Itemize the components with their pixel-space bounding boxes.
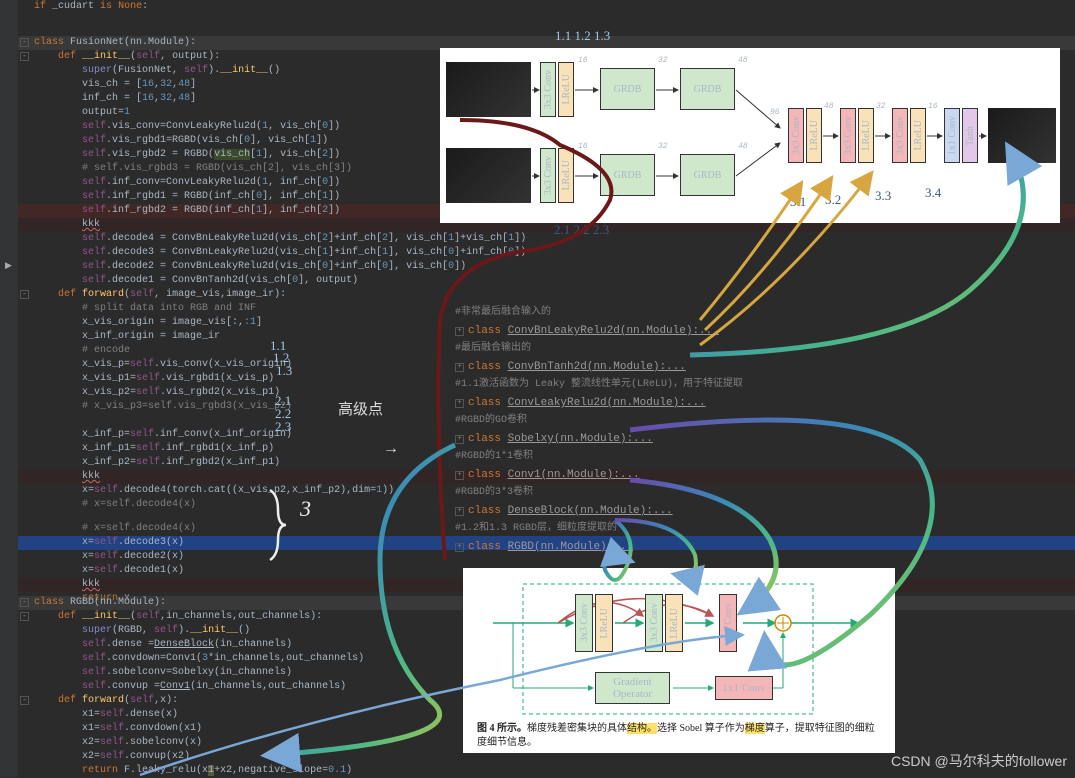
class-item[interactable]: Sobelxy(nn.Module):... [508, 430, 653, 448]
anno-gaojidian: 高级点 [338, 398, 383, 419]
anno-top-row: 1.1 1.2 1.3 [555, 28, 610, 44]
comment: #RGBD的GO卷积 [455, 412, 527, 430]
watermark: CSDN @马尔科夫的follower [891, 751, 1067, 771]
class-item[interactable]: DenseBlock(nn.Module):... [508, 502, 673, 520]
class-item[interactable]: ConvBnLeakyRelu2d(nn.Module):... [508, 322, 719, 340]
anno-13: 1.3 [276, 363, 292, 379]
comment: #1.1激活函数为 Leaky 整流线性单元(LReLU)，用于特征提取 [455, 376, 743, 394]
comment: #RGBD的1*1卷积 [455, 448, 533, 466]
class-item[interactable]: Conv1(nn.Module):... [508, 466, 640, 484]
gradient-operator: Gradient Operator [595, 672, 670, 704]
caret-icon: ▶ [5, 261, 12, 271]
anno-33: 3.3 [875, 188, 891, 204]
anno-arrow: → [383, 440, 399, 458]
class-item[interactable]: RGBD(nn.Module):... [508, 538, 633, 556]
grdb-diagram: 3x3 Conv LReLU 3x3 Conv LReLU 1x1 Conv G… [463, 568, 895, 753]
anno-34: 3.4 [925, 185, 941, 201]
figure-caption: 图 4 所示。梯度残差密集块的具体结构。选择 Sobel 算子作为梯度算子，提取… [477, 722, 881, 750]
comment: #RGBD的3*3卷积 [455, 484, 533, 502]
anno-mid-row: 2.1 2.2 2.3 [554, 222, 609, 238]
class-item[interactable]: ConvBnTanh2d(nn.Module):... [508, 358, 686, 376]
anno-brace3: 3 [300, 496, 311, 522]
anno-31: 3.1 [790, 194, 806, 210]
collapsed-classes[interactable]: #非常最后融合输入的 +class ConvBnLeakyRelu2d(nn.M… [455, 304, 743, 556]
anno-32: 3.2 [825, 192, 841, 208]
comment: #最后融合输出的 [455, 340, 531, 358]
class-item[interactable]: ConvLeakyRelu2d(nn.Module):... [508, 394, 706, 412]
architecture-diagram: 3x3 Conv LReLU 16 GRDB 32 GRDB 48 3x3 Co… [440, 48, 1060, 223]
comment: #非常最后融合输入的 [455, 304, 551, 322]
anno-23: 2.3 [275, 419, 291, 435]
onebyone-conv: 1x1 Conv [715, 676, 773, 700]
comment: #1.2和1.3 RGBD层，细粒度提取的 [455, 520, 617, 538]
